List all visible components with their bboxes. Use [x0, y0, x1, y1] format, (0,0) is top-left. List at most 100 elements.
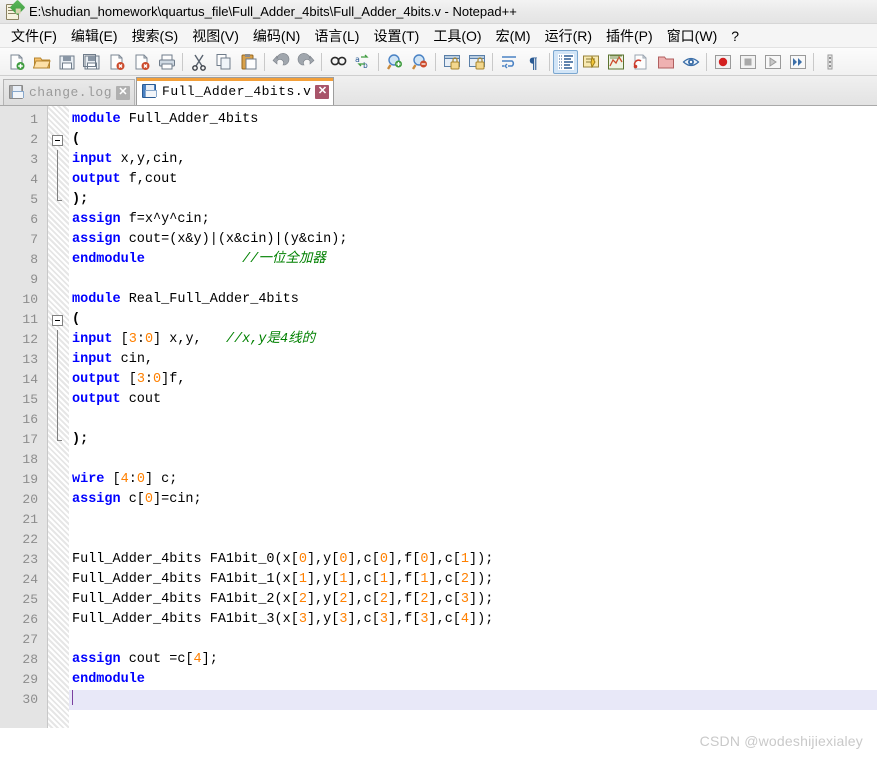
code-line[interactable]: ); [69, 190, 877, 210]
code-line[interactable]: assign cout=(x&y)|(x&cin)|(y&cin); [69, 230, 877, 250]
code-line[interactable] [69, 510, 877, 530]
zoom-in-icon[interactable] [382, 50, 407, 74]
code-line[interactable] [69, 270, 877, 290]
code-token-kw: assign [72, 652, 121, 667]
code-line[interactable]: assign cout =c[4]; [69, 650, 877, 670]
find-icon[interactable] [325, 50, 350, 74]
zoom-out-icon[interactable] [407, 50, 432, 74]
menu-file[interactable]: 文件(F) [4, 24, 64, 48]
code-line[interactable] [69, 410, 877, 430]
code-line[interactable] [69, 630, 877, 650]
code-line[interactable]: Full_Adder_4bits FA1bit_2(x[2],y[2],c[2]… [69, 590, 877, 610]
record-macro-icon[interactable] [710, 50, 735, 74]
line-number: 9 [30, 272, 38, 287]
user-defined-language-icon[interactable] [578, 50, 603, 74]
open-file-icon[interactable] [29, 50, 54, 74]
svg-text:¶: ¶ [529, 55, 538, 71]
cut-icon[interactable] [186, 50, 211, 74]
code-token-num: 3 [128, 332, 137, 347]
line-number: 17 [22, 432, 38, 447]
stop-macro-icon[interactable] [735, 50, 760, 74]
fold-marker[interactable] [48, 310, 69, 330]
menu-language[interactable]: 语言(L) [307, 24, 366, 48]
line-number: 4 [30, 172, 38, 187]
show-all-characters-icon[interactable]: ¶ [521, 50, 546, 74]
csdn-watermark: CSDN @wodeshijiexialey [699, 733, 863, 749]
menu-view[interactable]: 视图(V) [185, 24, 246, 48]
function-list-icon[interactable] [628, 50, 653, 74]
code-token-kw: wire [72, 472, 105, 487]
tab-close-icon[interactable]: ✕ [315, 84, 330, 99]
indent-guideline-icon[interactable] [553, 49, 578, 74]
replace-icon[interactable]: ab [350, 50, 375, 74]
fold-margin-cell [48, 270, 69, 290]
menu-help[interactable]: ? [724, 26, 746, 46]
line-number: 29 [22, 672, 38, 687]
tab-close-icon[interactable]: ✕ [116, 85, 131, 100]
toolbar-separator [321, 52, 322, 71]
code-line[interactable]: wire [4:0] c; [69, 470, 877, 490]
tab-change-log[interactable]: change.log ✕ [3, 79, 136, 105]
menu-macro[interactable]: 宏(M) [489, 24, 538, 48]
monitoring-icon[interactable] [678, 50, 703, 74]
sync-horizontal-scroll-icon[interactable] [464, 50, 489, 74]
menu-window[interactable]: 窗口(W) [660, 24, 725, 48]
document-map-icon[interactable] [603, 50, 628, 74]
close-all-icon[interactable] [129, 50, 154, 74]
svg-text:a: a [355, 55, 360, 64]
code-folding-margin[interactable] [48, 106, 69, 728]
code-line[interactable]: endmodule [69, 670, 877, 690]
code-line[interactable]: ); [69, 430, 877, 450]
menu-search[interactable]: 搜索(S) [125, 24, 186, 48]
redo-icon[interactable] [293, 50, 318, 74]
line-number: 13 [22, 352, 38, 367]
code-line[interactable]: endmodule //一位全加器 [69, 250, 877, 270]
print-icon[interactable] [154, 50, 179, 74]
fold-marker[interactable] [48, 130, 69, 150]
more-icon[interactable] [817, 50, 842, 74]
code-line[interactable]: ( [69, 310, 877, 330]
code-line[interactable]: output f,cout [69, 170, 877, 190]
menu-plugins[interactable]: 插件(P) [599, 24, 660, 48]
code-line[interactable]: Full_Adder_4bits FA1bit_3(x[3],y[3],c[3]… [69, 610, 877, 630]
code-line[interactable]: module Real_Full_Adder_4bits [69, 290, 877, 310]
tab-full-adder-4bits-v[interactable]: Full_Adder_4bits.v ✕ [136, 77, 335, 105]
code-line[interactable]: Full_Adder_4bits FA1bit_1(x[1],y[1],c[1]… [69, 570, 877, 590]
copy-icon[interactable] [211, 50, 236, 74]
paste-icon[interactable] [236, 50, 261, 74]
menu-encoding[interactable]: 编码(N) [246, 24, 307, 48]
save-all-icon[interactable] [79, 50, 104, 74]
word-wrap-icon[interactable] [496, 50, 521, 74]
close-file-icon[interactable] [104, 50, 129, 74]
window-title: E:\shudian_homework\quartus_file\Full_Ad… [29, 4, 517, 19]
code-line[interactable]: output cout [69, 390, 877, 410]
code-text-area[interactable]: module Full_Adder_4bits(input x,y,cin, ou… [69, 106, 877, 728]
play-macro-icon[interactable] [760, 50, 785, 74]
menu-settings[interactable]: 设置(T) [366, 24, 426, 48]
menu-tools[interactable]: 工具(O) [426, 24, 488, 48]
code-line[interactable]: assign f=x^y^cin; [69, 210, 877, 230]
code-line[interactable]: ( [69, 130, 877, 150]
code-line[interactable]: module Full_Adder_4bits [69, 110, 877, 130]
new-file-icon[interactable] [4, 50, 29, 74]
folder-as-workspace-icon[interactable] [653, 50, 678, 74]
run-macro-multiple-icon[interactable] [785, 50, 810, 74]
menu-run[interactable]: 运行(R) [538, 24, 599, 48]
code-line[interactable] [69, 690, 877, 710]
code-line[interactable] [69, 450, 877, 470]
code-line[interactable]: input cin, [69, 350, 877, 370]
code-line[interactable]: input x,y,cin, [69, 150, 877, 170]
fold-marker [48, 390, 69, 410]
editor-area[interactable]: 1 2 3 4 5 6 7 8 9 10 11 12 13 14 15 16 17 18 19 20 21 22 23 24 2… [0, 106, 877, 728]
code-line[interactable]: output [3:0]f, [69, 370, 877, 390]
menu-edit[interactable]: 编辑(E) [64, 24, 125, 48]
title-bar: E:\shudian_homework\quartus_file\Full_Ad… [0, 0, 877, 24]
code-line[interactable]: assign c[0]=cin; [69, 490, 877, 510]
save-icon[interactable] [54, 50, 79, 74]
code-token-op: ( [72, 132, 81, 147]
code-line[interactable] [69, 530, 877, 550]
code-line[interactable]: input [3:0] x,y, //x,y是4线的 [69, 330, 877, 350]
undo-icon[interactable] [268, 50, 293, 74]
sync-vertical-scroll-icon[interactable] [439, 50, 464, 74]
code-line[interactable]: Full_Adder_4bits FA1bit_0(x[0],y[0],c[0]… [69, 550, 877, 570]
